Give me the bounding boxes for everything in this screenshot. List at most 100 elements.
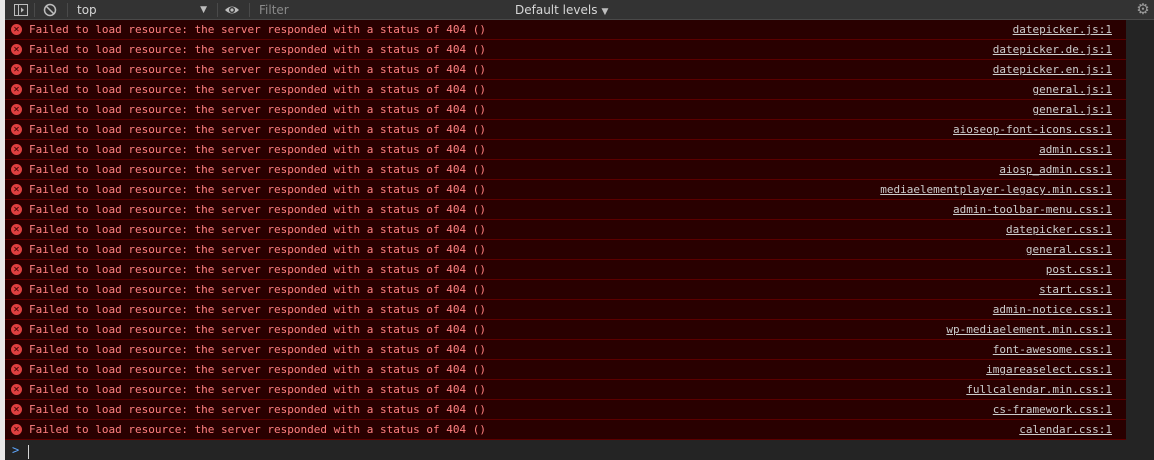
error-circle-icon: ✕ (11, 264, 22, 275)
toolbar-divider (249, 3, 250, 17)
error-circle-icon: ✕ (11, 324, 22, 335)
error-message-text: Failed to load resource: the server resp… (29, 203, 486, 216)
error-message-text: Failed to load resource: the server resp… (29, 243, 486, 256)
source-link[interactable]: fullcalendar.min.css:1 (966, 380, 1112, 399)
console-error-row: ✕ Failed to load resource: the server res… (5, 240, 1126, 260)
sidebar-toggle-icon[interactable] (13, 2, 29, 18)
context-value: top (77, 3, 97, 17)
error-circle-icon: ✕ (11, 424, 22, 435)
error-message-text: Failed to load resource: the server resp… (29, 163, 486, 176)
source-link[interactable]: mediaelementplayer-legacy.min.css:1 (880, 180, 1112, 199)
source-link[interactable]: cs-framework.css:1 (993, 400, 1112, 419)
console-toolbar: top ▼ Default levels▼ ⚙ (5, 0, 1154, 20)
clear-console-icon[interactable] (42, 2, 58, 18)
error-message-text: Failed to load resource: the server resp… (29, 403, 486, 416)
error-circle-icon: ✕ (11, 184, 22, 195)
console-error-row: ✕ Failed to load resource: the server res… (5, 320, 1126, 340)
error-message-text: Failed to load resource: the server resp… (29, 83, 486, 96)
source-link[interactable]: wp-mediaelement.min.css:1 (946, 320, 1112, 339)
console-error-row: ✕ Failed to load resource: the server res… (5, 120, 1126, 140)
error-circle-icon: ✕ (11, 24, 22, 35)
console-error-row: ✕ Failed to load resource: the server res… (5, 60, 1126, 80)
error-circle-icon: ✕ (11, 364, 22, 375)
error-message-text: Failed to load resource: the server resp… (29, 363, 486, 376)
source-link[interactable]: post.css:1 (1046, 260, 1112, 279)
console-error-row: ✕ Failed to load resource: the server res… (5, 40, 1126, 60)
source-link[interactable]: admin.css:1 (1039, 140, 1112, 159)
source-link[interactable]: general.css:1 (1026, 240, 1112, 259)
error-message-text: Failed to load resource: the server resp… (29, 143, 486, 156)
error-message-text: Failed to load resource: the server resp… (29, 343, 486, 356)
source-link[interactable]: datepicker.css:1 (1006, 220, 1112, 239)
console-error-row: ✕ Failed to load resource: the server res… (5, 340, 1126, 360)
console-error-row: ✕ Failed to load resource: the server res… (5, 400, 1126, 420)
gear-icon[interactable]: ⚙ (1135, 1, 1151, 17)
error-circle-icon: ✕ (11, 204, 22, 215)
dropdown-arrow-icon: ▼ (200, 5, 207, 15)
error-message-text: Failed to load resource: the server resp… (29, 283, 486, 296)
error-message-text: Failed to load resource: the server resp… (29, 183, 486, 196)
console-error-row: ✕ Failed to load resource: the server res… (5, 420, 1126, 440)
eye-icon[interactable] (224, 2, 240, 18)
log-levels-label: Default levels (515, 3, 598, 17)
source-link[interactable]: calendar.css:1 (1019, 420, 1112, 439)
error-message-text: Failed to load resource: the server resp… (29, 223, 486, 236)
console-prompt[interactable]: > (5, 442, 1126, 460)
toolbar-divider (67, 3, 68, 17)
devtools-console: top ▼ Default levels▼ ⚙ ✕Failed to load … (0, 0, 1154, 460)
error-circle-icon: ✕ (11, 224, 22, 235)
error-circle-icon: ✕ (11, 404, 22, 415)
console-error-row: ✕ Failed to load resource: the server res… (5, 100, 1126, 120)
error-circle-icon: ✕ (11, 104, 22, 115)
console-error-row: ✕ Failed to load resource: the server res… (5, 20, 1126, 40)
error-circle-icon: ✕ (11, 384, 22, 395)
error-message-text: Failed to load resource: the server resp… (29, 123, 486, 136)
console-error-row: ✕ Failed to load resource: the server res… (5, 260, 1126, 280)
error-message-text: Failed to load resource: the server resp… (29, 63, 486, 76)
error-message-text: Failed to load resource: the server resp… (29, 323, 486, 336)
console-error-row: ✕ Failed to load resource: the server res… (5, 200, 1126, 220)
error-circle-icon: ✕ (11, 144, 22, 155)
toolbar-divider (217, 3, 218, 17)
console-error-row: ✕ Failed to load resource: the server res… (5, 280, 1126, 300)
source-link[interactable]: datepicker.js:1 (1013, 20, 1112, 39)
source-link[interactable]: aioseop-font-icons.css:1 (953, 120, 1112, 139)
source-link[interactable]: aiosp_admin.css:1 (999, 160, 1112, 179)
text-caret (28, 445, 29, 459)
toolbar-divider (34, 3, 35, 17)
error-message-text: Failed to load resource: the server resp… (29, 383, 486, 396)
context-select[interactable]: top ▼ (73, 0, 213, 20)
console-error-row: ✕ Failed to load resource: the server res… (5, 220, 1126, 240)
console-error-row: ✕ Failed to load resource: the server res… (5, 360, 1126, 380)
console-error-row: ✕ Failed to load resource: the server res… (5, 180, 1126, 200)
console-messages: ✕ Failed to load resource: the server res… (5, 20, 1126, 460)
source-link[interactable]: start.css:1 (1039, 280, 1112, 299)
error-message-text: Failed to load resource: the server resp… (29, 23, 486, 36)
source-link[interactable]: admin-toolbar-menu.css:1 (953, 200, 1112, 219)
source-link[interactable]: datepicker.de.js:1 (993, 40, 1112, 59)
console-error-row: ✕ Failed to load resource: the server res… (5, 380, 1126, 400)
source-link[interactable]: general.js:1 (1033, 100, 1112, 119)
error-message-text: Failed to load resource: the server resp… (29, 263, 486, 276)
scrollbar-track[interactable] (1126, 20, 1154, 460)
error-message-text: Failed to load resource: the server resp… (29, 423, 486, 436)
error-circle-icon: ✕ (11, 84, 22, 95)
error-circle-icon: ✕ (11, 284, 22, 295)
source-link[interactable]: admin-notice.css:1 (993, 300, 1112, 319)
console-error-row: ✕ Failed to load resource: the server res… (5, 140, 1126, 160)
log-levels-select[interactable]: Default levels ▼ (515, 0, 608, 20)
error-circle-icon: ✕ (11, 64, 22, 75)
chevron-right-icon: > (12, 443, 20, 457)
source-link[interactable]: datepicker.en.js:1 (993, 60, 1112, 79)
source-link[interactable]: imgareaselect.css:1 (986, 360, 1112, 379)
error-circle-icon: ✕ (11, 304, 22, 315)
error-circle-icon: ✕ (11, 124, 22, 135)
error-circle-icon: ✕ (11, 164, 22, 175)
console-error-row: ✕ Failed to load resource: the server res… (5, 160, 1126, 180)
console-error-row: ✕ Failed to load resource: the server res… (5, 300, 1126, 320)
filter-input[interactable] (255, 1, 503, 19)
error-message-text: Failed to load resource: the server resp… (29, 43, 486, 56)
error-circle-icon: ✕ (11, 244, 22, 255)
source-link[interactable]: general.js:1 (1033, 80, 1112, 99)
source-link[interactable]: font-awesome.css:1 (993, 340, 1112, 359)
